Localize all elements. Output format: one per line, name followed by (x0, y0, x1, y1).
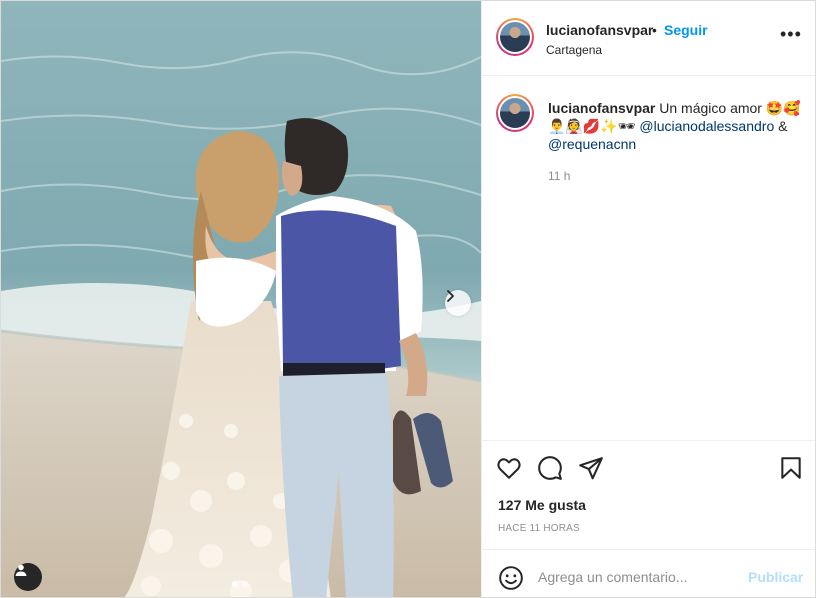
more-options-icon[interactable]: ••• (780, 25, 802, 43)
caption-avatar[interactable] (496, 94, 534, 132)
follow-button[interactable]: Seguir (664, 22, 708, 38)
like-count[interactable]: 127 Me gusta (498, 497, 586, 513)
emoji-icon[interactable] (498, 565, 524, 591)
user-icon (15, 564, 27, 576)
next-image-button[interactable] (445, 290, 471, 316)
carousel-dot-active (232, 581, 238, 587)
heart-icon[interactable] (496, 455, 522, 481)
mention-requenacnn[interactable]: @requenacnn (548, 136, 636, 152)
caption-time[interactable]: 11 h (548, 169, 570, 183)
caption-section: lucianofansvpar Un mágico amor 🤩🥰 👨‍💼👰💋✨… (482, 75, 815, 440)
action-bar: 127 Me gusta HACE 11 HORAS (482, 440, 815, 549)
author-username[interactable]: lucianofansvpar (546, 22, 653, 38)
bookmark-icon[interactable] (778, 455, 804, 481)
caption-emojis: 👨‍💼👰💋✨🕶 (548, 118, 636, 134)
post-modal: lucianofansvpar • Seguir Cartagena ••• l… (0, 0, 816, 598)
separator-dot: • (652, 22, 657, 38)
location-link[interactable]: Cartagena (546, 43, 602, 57)
caption-body: Un mágico amor 🤩🥰 (659, 100, 801, 116)
post-header: lucianofansvpar • Seguir Cartagena ••• (482, 1, 815, 76)
caption-ampersand: & (778, 118, 788, 134)
comment-icon[interactable] (537, 455, 563, 481)
caption-username[interactable]: lucianofansvpar (548, 100, 655, 116)
send-icon[interactable] (578, 455, 604, 481)
chevron-right-icon (447, 290, 454, 302)
tagged-users-button[interactable] (14, 563, 42, 591)
wedding-photo-image (1, 1, 481, 597)
post-details-panel: lucianofansvpar • Seguir Cartagena ••• l… (481, 1, 815, 597)
mention-lucianodalessandro[interactable]: @lucianodalessandro (639, 118, 774, 134)
carousel-dot (242, 581, 248, 587)
post-timestamp[interactable]: HACE 11 HORAS (498, 523, 580, 534)
comment-input[interactable] (538, 567, 718, 587)
comment-composer: Publicar (482, 549, 815, 597)
carousel-indicator (232, 581, 248, 587)
caption-text: lucianofansvpar Un mágico amor 🤩🥰 👨‍💼👰💋✨… (548, 99, 804, 153)
post-photo (1, 1, 481, 597)
publish-button[interactable]: Publicar (748, 569, 803, 585)
author-avatar[interactable] (496, 18, 534, 56)
